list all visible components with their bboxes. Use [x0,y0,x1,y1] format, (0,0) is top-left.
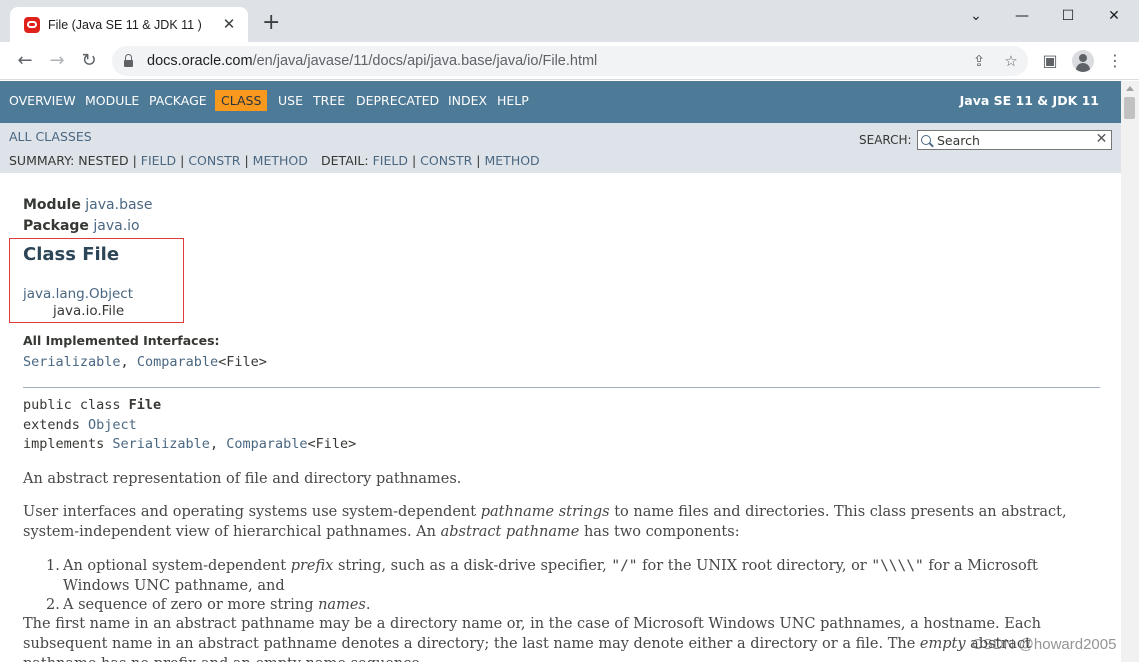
signature-line-1: public class File [23,397,162,413]
summary-label: SUMMARY: NESTED | [9,153,137,168]
oracle-favicon-icon [24,16,40,33]
page-title: Class File [23,244,120,265]
section-divider [23,387,1100,388]
tab-search-icon[interactable]: ⌄ [953,4,999,28]
description-paragraph-2: User interfaces and operating systems us… [23,504,1067,540]
interface-comparable-link[interactable]: Comparable [137,354,218,370]
new-tab-button[interactable]: + [262,12,280,34]
inheritance-object-link[interactable]: java.lang.Object [23,286,133,302]
module-link[interactable]: java.base [85,197,152,213]
package-line: Package java.io [23,218,140,234]
search-input[interactable]: Search ✕ [917,130,1112,150]
address-bar[interactable]: docs.oracle.com/en/java/javase/11/docs/a… [112,46,1028,76]
back-button[interactable]: ← [13,49,37,73]
detail-constr-link[interactable]: CONSTR [420,153,472,168]
nav-use[interactable]: USE [278,93,303,108]
nav-help[interactable]: HELP [497,93,529,108]
list-item: 2. A sequence of zero or more string nam… [46,597,371,613]
summary-constr-link[interactable]: CONSTR [188,153,240,168]
bookmark-star-icon[interactable]: ☆ [999,49,1023,73]
nav-overview[interactable]: OVERVIEW [9,93,76,108]
window-close-button[interactable]: ✕ [1091,4,1137,28]
nav-deprecated[interactable]: DEPRECATED [356,93,439,108]
signature-comparable-link[interactable]: Comparable [226,436,307,452]
page-viewport: OVERVIEW MODULE PACKAGE CLASS USE TREE D… [0,81,1121,662]
jdk-version-title: Java SE 11 & JDK 11 [959,93,1099,108]
csdn-watermark: CSDN @howard2005 [972,636,1117,653]
list-item: 1. An optional system-dependent prefix s… [46,558,1038,594]
search-placeholder[interactable]: Search [937,133,980,148]
description-paragraph-3: The first name in an abstract pathname m… [23,616,1041,662]
tab-strip: File (Java SE 11 & JDK 11 ) ✕ + ⌄ — ☐ ✕ [0,0,1139,42]
module-label: Module [23,197,81,213]
minimize-button[interactable]: — [999,4,1045,28]
scroll-up-arrow-icon[interactable] [1126,86,1134,91]
forward-button[interactable]: → [45,49,69,73]
url-text[interactable]: docs.oracle.com/en/java/javase/11/docs/a… [147,53,597,69]
nav-index[interactable]: INDEX [448,93,487,108]
detail-field-link[interactable]: FIELD [373,153,408,168]
side-panel-icon[interactable]: ▣ [1038,49,1062,73]
nav-package[interactable]: PACKAGE [149,93,207,108]
interfaces-label: All Implemented Interfaces: [23,333,220,348]
package-label: Package [23,218,89,234]
search-icon [921,135,931,145]
interface-generic: <File> [218,354,267,370]
nav-class-active: CLASS [215,90,268,111]
inheritance-file: java.io.File [53,303,125,319]
nav-module[interactable]: MODULE [85,93,139,108]
signature-line-3: implements Serializable, Comparable<File… [23,436,357,452]
package-link[interactable]: java.io [93,218,139,234]
search-label: SEARCH: [859,133,912,147]
tab-title: File (Java SE 11 & JDK 11 ) [48,17,202,32]
nav-tree[interactable]: TREE [313,93,345,108]
profile-avatar[interactable] [1072,50,1094,72]
lock-icon[interactable] [124,53,133,67]
signature-serializable-link[interactable]: Serializable [112,436,210,452]
module-line: Module java.base [23,197,152,213]
detail-label: DETAIL: [321,153,369,168]
summary-nav: SUMMARY: NESTED | FIELD | CONSTR | METHO… [9,153,308,168]
interface-serializable-link[interactable]: Serializable [23,354,121,370]
reload-button[interactable]: ↻ [77,49,101,73]
browser-tab[interactable]: File (Java SE 11 & JDK 11 ) ✕ [10,7,248,42]
search-reset-icon[interactable]: ✕ [1094,132,1109,147]
all-classes-link[interactable]: ALL CLASSES [9,129,92,144]
maximize-button[interactable]: ☐ [1045,4,1091,28]
browser-toolbar: ← → ↻ docs.oracle.com/en/java/javase/11/… [0,42,1139,80]
share-icon[interactable]: ⇪ [967,49,991,73]
javadoc-sub-nav: ALL CLASSES SUMMARY: NESTED | FIELD | CO… [0,123,1121,173]
signature-line-2: extends Object [23,417,137,433]
scroll-thumb[interactable] [1124,97,1135,119]
summary-field-link[interactable]: FIELD [141,153,176,168]
browser-menu-icon[interactable]: ⋮ [1103,49,1127,73]
detail-nav: DETAIL: FIELD | CONSTR | METHOD [321,153,540,168]
tab-close-icon[interactable]: ✕ [220,15,238,33]
signature-object-link[interactable]: Object [88,417,137,433]
summary-method-link[interactable]: METHOD [253,153,308,168]
description-paragraph-1: An abstract representation of file and d… [23,471,462,487]
page-scrollbar[interactable] [1121,81,1139,662]
interfaces-list: Serializable, Comparable<File> [23,354,267,370]
signature-class-name: File [128,397,162,413]
javadoc-top-nav: OVERVIEW MODULE PACKAGE CLASS USE TREE D… [0,81,1121,123]
detail-method-link[interactable]: METHOD [485,153,540,168]
